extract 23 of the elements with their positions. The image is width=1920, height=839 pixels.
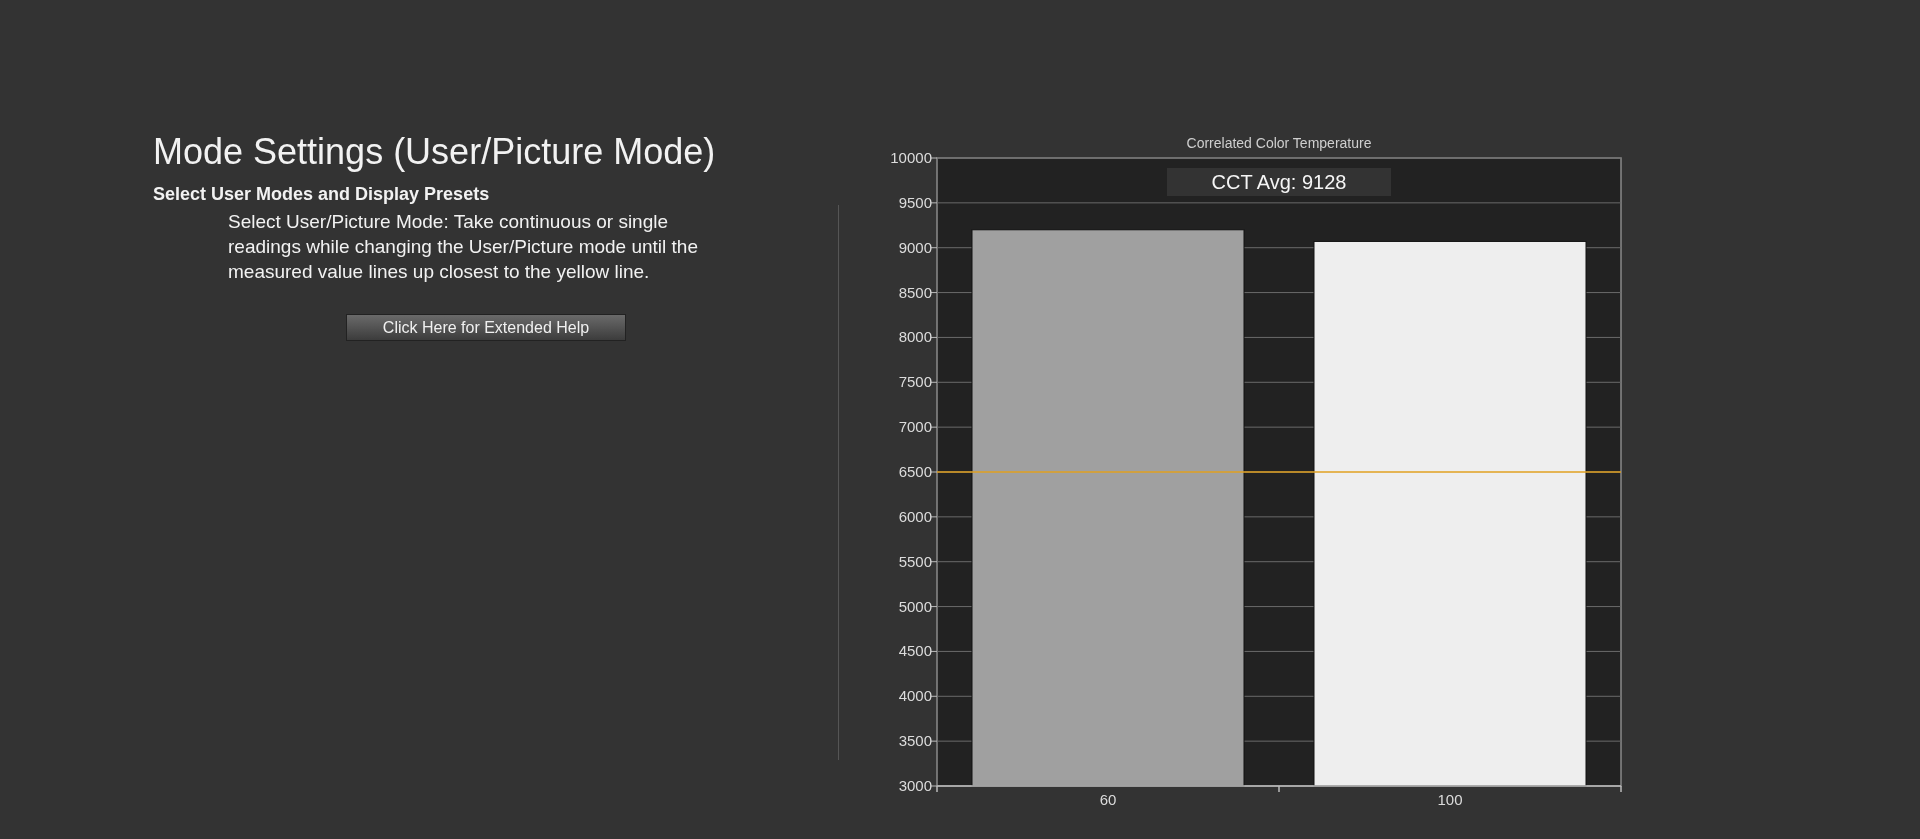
y-tick-label: 10000 — [890, 149, 932, 166]
y-tick-label: 9500 — [898, 193, 932, 211]
y-tick-label: 9000 — [898, 238, 932, 256]
extended-help-button[interactable]: Click Here for Extended Help — [346, 314, 626, 341]
chart-title: Correlated Color Temperature — [1186, 135, 1372, 151]
y-tick-label: 3500 — [898, 732, 932, 750]
y-tick-label: 7500 — [898, 373, 932, 391]
y-tick-label: 4500 — [898, 642, 932, 660]
average-label: CCT Avg: 9128 — [1167, 168, 1391, 196]
y-tick-label: 6000 — [898, 507, 932, 525]
y-tick-label: 3000 — [898, 777, 932, 794]
section-heading: Select User Modes and Display Presets — [153, 184, 491, 205]
instructions-text: Select User/Picture Mode: Take continuous or single readings while changing the User/Picture mode until the measured value lines up closest to the yellow line. — [228, 210, 699, 284]
y-tick-label: 5500 — [898, 552, 932, 570]
y-tick-label: 4000 — [898, 687, 932, 705]
page-title: Mode Settings (User/Picture Mode) — [153, 130, 717, 174]
y-tick-label: 5000 — [898, 597, 932, 615]
x-tick-label: 60 — [1099, 791, 1117, 808]
y-tick-label: 8500 — [898, 283, 932, 301]
y-tick-label: 6500 — [898, 463, 932, 480]
y-tick-label: 8000 — [898, 328, 932, 346]
y-tick-label: 7000 — [898, 418, 932, 436]
x-tick-label: 100 — [1437, 791, 1463, 808]
